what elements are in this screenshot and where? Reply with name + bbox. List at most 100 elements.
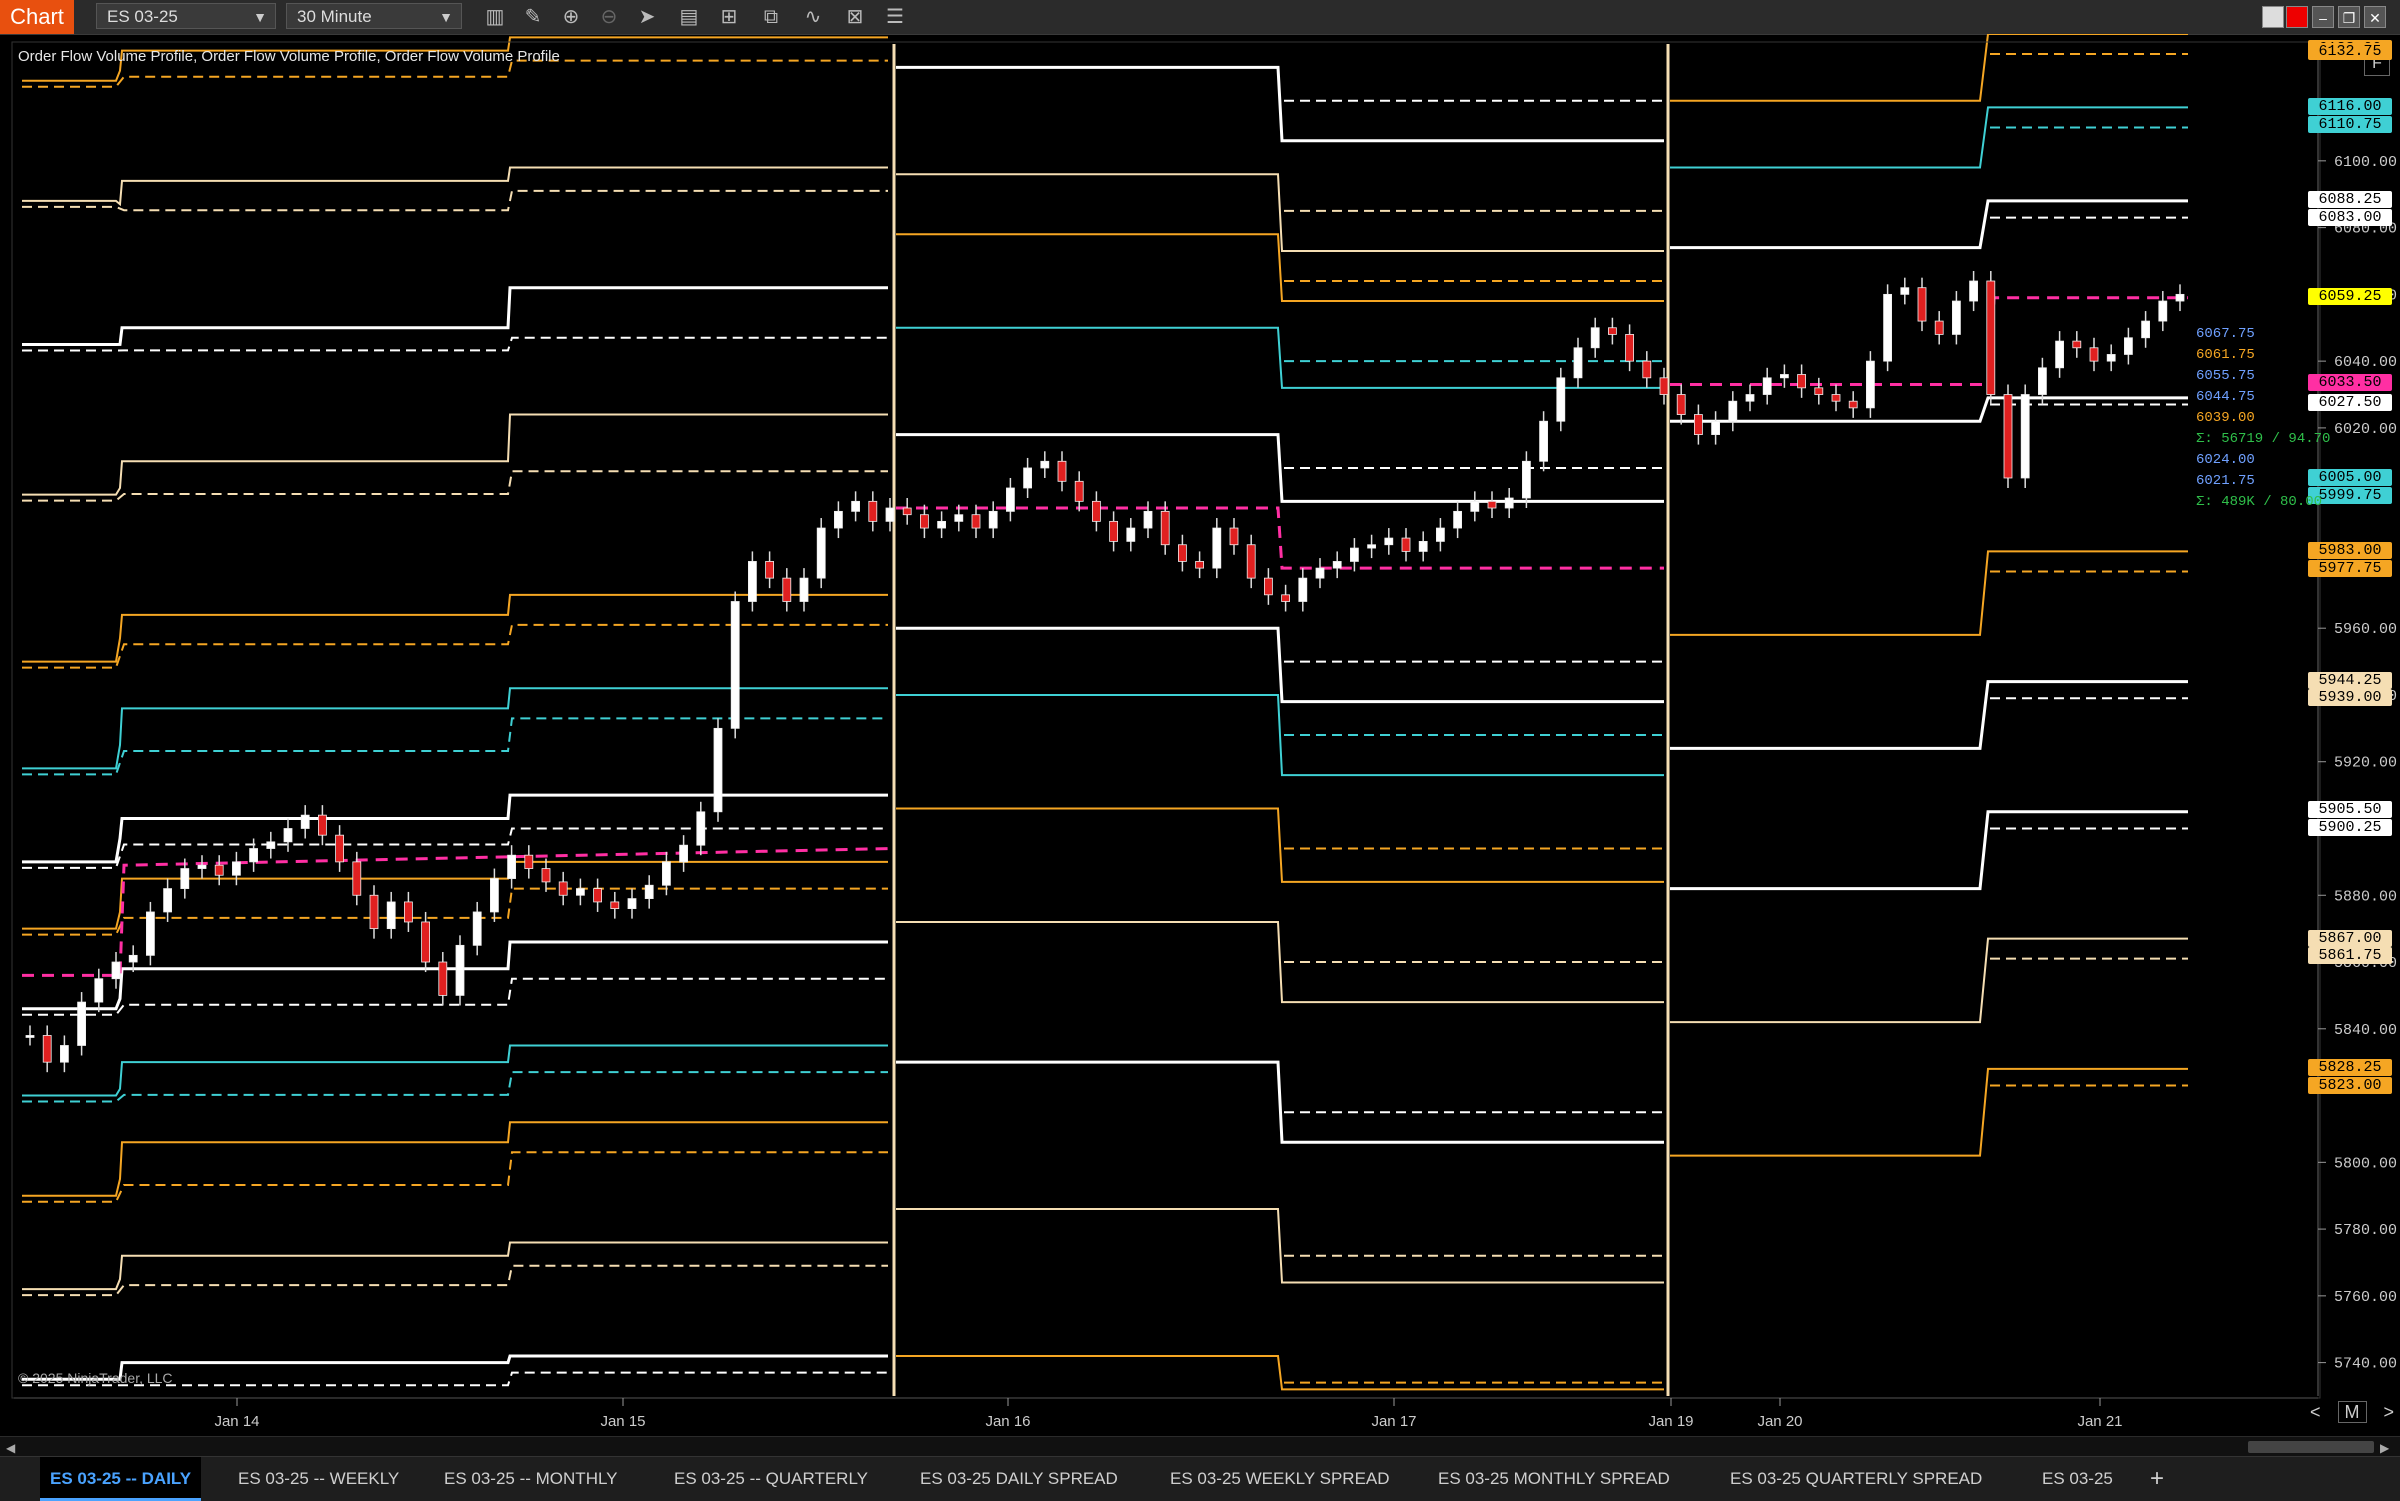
poc-line bbox=[896, 506, 1664, 570]
level-line-dashed bbox=[22, 977, 888, 1016]
level-line-dashed bbox=[22, 1264, 888, 1297]
candle-body bbox=[2089, 347, 2099, 362]
price-marker: 6116.00 bbox=[2308, 98, 2392, 116]
scroll-left-button[interactable]: < bbox=[2310, 1402, 2321, 1422]
candle-body bbox=[834, 510, 843, 529]
price-marker: 6088.25 bbox=[2308, 191, 2392, 209]
indicators-icon[interactable]: ∿ bbox=[800, 4, 826, 30]
level-line bbox=[22, 1121, 888, 1197]
candle-body bbox=[1504, 497, 1514, 509]
profile-label: 6067.75 bbox=[2196, 326, 2255, 342]
bar-type-icon[interactable]: ▥ bbox=[482, 4, 508, 30]
tab-2[interactable]: ES 03-25 -- WEEKLY bbox=[228, 1457, 409, 1501]
zoom-out-icon[interactable]: ⊖ bbox=[596, 4, 622, 30]
candle-body bbox=[851, 500, 860, 512]
candle-body bbox=[1298, 577, 1308, 602]
level-line bbox=[896, 233, 1664, 303]
restore-icon[interactable] bbox=[2262, 6, 2284, 28]
time-axis: Jan 14 Jan 15 Jan 16 Jan 17 Jan 19 Jan 20 Jan … bbox=[14, 1397, 2318, 1430]
range-icon[interactable]: ⊞ bbox=[716, 4, 742, 30]
instrument-selector[interactable]: ES 03-25 ▼ bbox=[96, 3, 276, 29]
profile-label: Σ: 489K / 80.00 bbox=[2196, 494, 2323, 510]
candle-body bbox=[1436, 527, 1445, 542]
level-line bbox=[896, 173, 1664, 252]
axis-controls[interactable]: < M > bbox=[2310, 1401, 2395, 1423]
price-marker: 5900.25 bbox=[2308, 818, 2392, 836]
draw-pencil-icon[interactable]: ✎ bbox=[520, 4, 546, 30]
level-line-dashed bbox=[22, 1071, 888, 1103]
close-icon[interactable]: ✕ bbox=[2364, 6, 2386, 28]
price-tick-label: 5800.00 bbox=[2334, 1155, 2397, 1172]
tab-8[interactable]: ES 03-25 QUARTERLY SPREAD bbox=[1720, 1457, 1992, 1501]
price-marker: 6005.00 bbox=[2308, 468, 2392, 486]
candle-body bbox=[1831, 394, 1841, 402]
horizontal-scrollbar[interactable]: ◀ ▶ bbox=[0, 1436, 2400, 1457]
candle-body bbox=[145, 911, 155, 956]
tab-7[interactable]: ES 03-25 MONTHLY SPREAD bbox=[1428, 1457, 1680, 1501]
price-tick-label: 5760.00 bbox=[2334, 1289, 2397, 1306]
candle-body bbox=[541, 868, 551, 883]
candle-body bbox=[1659, 377, 1669, 395]
candle-body bbox=[558, 881, 568, 896]
candle-body bbox=[489, 878, 499, 913]
candle-body bbox=[1848, 400, 1858, 409]
chart-title-tab[interactable]: Chart bbox=[0, 0, 74, 34]
candle-body bbox=[782, 577, 792, 602]
pointer-icon[interactable]: ➤ bbox=[634, 4, 660, 30]
maximize-icon[interactable]: ❐ bbox=[2338, 6, 2360, 28]
add-tab-button[interactable]: + bbox=[2140, 1457, 2174, 1501]
candle-body bbox=[679, 844, 688, 863]
price-marker: 5867.00 bbox=[2308, 929, 2392, 947]
price-marker: 6033.50 bbox=[2308, 373, 2392, 391]
level-line bbox=[896, 1354, 1664, 1391]
candle-body bbox=[249, 848, 259, 863]
tab-5[interactable]: ES 03-25 DAILY SPREAD bbox=[910, 1457, 1128, 1501]
color-swatch-icon[interactable] bbox=[2286, 6, 2308, 28]
candle-body bbox=[885, 507, 895, 522]
candle-body bbox=[1487, 500, 1497, 509]
candle-body bbox=[1797, 374, 1806, 389]
candle-body bbox=[369, 894, 379, 930]
level-line-dashed bbox=[22, 1151, 888, 1203]
candle-body bbox=[1332, 561, 1342, 569]
candle-body bbox=[300, 814, 310, 829]
level-line bbox=[1670, 550, 2188, 636]
candle-body bbox=[971, 514, 981, 529]
candle-body bbox=[197, 864, 207, 869]
candle-body bbox=[403, 901, 413, 923]
candle-body bbox=[266, 841, 276, 849]
properties-icon[interactable]: ☰ bbox=[882, 4, 908, 30]
scroll-right-button[interactable]: > bbox=[2384, 1402, 2395, 1422]
tab-6[interactable]: ES 03-25 WEEKLY SPREAD bbox=[1160, 1457, 1400, 1501]
price-chart[interactable]: 6100.006080.006060.006040.006020.005960.… bbox=[0, 34, 2400, 1444]
candle-body bbox=[1264, 577, 1273, 596]
candlesticks bbox=[25, 271, 2185, 1073]
scroll-right-icon[interactable]: ▶ bbox=[2380, 1441, 2389, 1455]
price-marker: 5939.00 bbox=[2308, 689, 2392, 707]
candle-body bbox=[1866, 360, 1875, 409]
indicator-label: Order Flow Volume Profile, Order Flow Vo… bbox=[18, 48, 560, 65]
scale-icon[interactable]: ⧉ bbox=[758, 4, 784, 30]
tab-4[interactable]: ES 03-25 -- QUARTERLY bbox=[664, 1457, 878, 1501]
axis-mode-button[interactable]: M bbox=[2337, 1401, 2367, 1423]
tab-1[interactable]: ES 03-25 -- DAILY bbox=[40, 1457, 202, 1501]
scroll-left-icon[interactable]: ◀ bbox=[6, 1441, 15, 1455]
minimize-icon[interactable]: – bbox=[2312, 6, 2334, 28]
candle-body bbox=[2072, 340, 2082, 349]
zoom-in-icon[interactable]: ⊕ bbox=[558, 4, 584, 30]
tab-3[interactable]: ES 03-25 -- MONTHLY bbox=[434, 1457, 628, 1501]
candle-body bbox=[352, 861, 362, 896]
data-box-icon[interactable]: ▤ bbox=[676, 4, 702, 30]
interval-selector[interactable]: 30 Minute ▼ bbox=[286, 3, 462, 29]
price-marker: 5828.25 bbox=[2308, 1059, 2392, 1076]
chevron-down-icon: ▼ bbox=[439, 9, 453, 25]
strategies-icon[interactable]: ⊠ bbox=[842, 4, 868, 30]
candle-body bbox=[60, 1045, 69, 1063]
tab-9[interactable]: ES 03-25 bbox=[2032, 1457, 2123, 1501]
candle-body bbox=[1762, 377, 1772, 395]
candle-body bbox=[1694, 414, 1703, 435]
scrollbar-thumb[interactable] bbox=[2248, 1441, 2374, 1453]
price-tick-label: 5840.00 bbox=[2334, 1022, 2397, 1039]
price-axis: 6100.006080.006060.006040.006020.005960.… bbox=[11, 41, 2397, 1399]
candle-body bbox=[1074, 480, 1084, 502]
